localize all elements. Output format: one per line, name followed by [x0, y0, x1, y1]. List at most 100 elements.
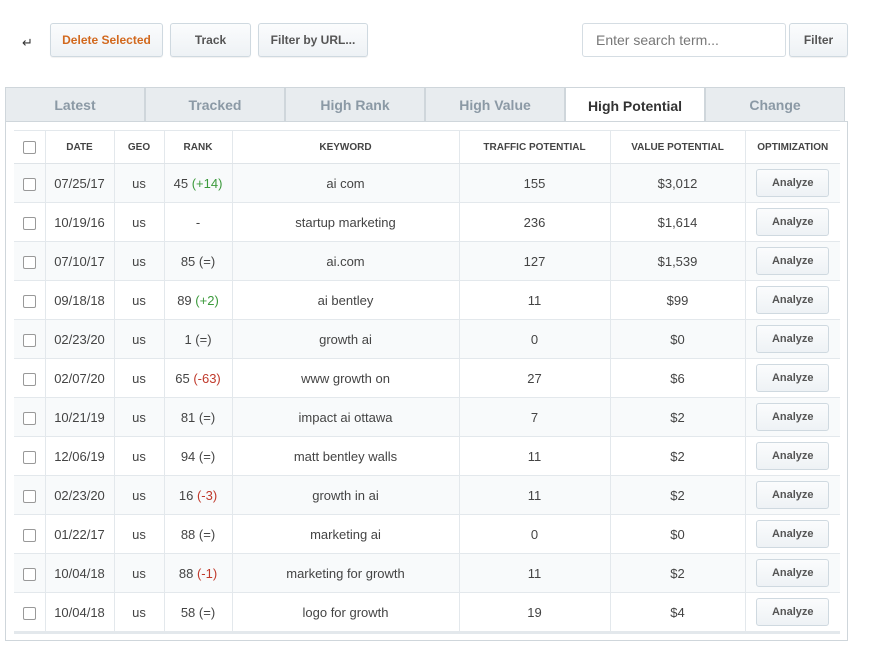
row-rank-cell: 81 (=) — [164, 397, 233, 437]
row-rank-change: (=) — [195, 331, 212, 347]
header-select-all — [14, 130, 46, 164]
row-traffic-potential: 11 — [459, 553, 611, 593]
analyze-button[interactable]: Analyze — [756, 520, 830, 548]
row-checkbox[interactable] — [22, 216, 36, 230]
tab-high-potential[interactable]: High Potential — [565, 87, 705, 123]
tab-change[interactable]: Change — [705, 87, 845, 122]
row-optimization-cell: Analyze — [745, 397, 840, 437]
analyze-button[interactable]: Analyze — [756, 247, 830, 275]
row-date: 10/19/16 — [45, 202, 115, 242]
search-input[interactable] — [582, 23, 786, 57]
analyze-button[interactable]: Analyze — [756, 208, 830, 236]
row-traffic-potential: 0 — [459, 514, 611, 554]
row-rank-change: (=) — [198, 409, 216, 425]
row-value-potential: $1,614 — [610, 202, 746, 242]
analyze-button[interactable]: Analyze — [756, 364, 830, 392]
tab-high-rank[interactable]: High Rank — [285, 87, 425, 122]
row-rank: 45 — [173, 175, 189, 191]
analyze-button[interactable]: Analyze — [756, 598, 830, 626]
row-checkbox-cell — [14, 475, 46, 515]
row-optimization-cell: Analyze — [745, 358, 840, 398]
row-date: 02/07/20 — [45, 358, 115, 398]
row-rank: 85 — [180, 253, 196, 269]
analyze-button[interactable]: Analyze — [756, 481, 830, 509]
header-traffic-potential[interactable]: TRAFFIC POTENTIAL — [459, 130, 611, 164]
row-traffic-potential: 236 — [459, 202, 611, 242]
row-geo: us — [114, 514, 165, 554]
row-rank: 81 — [180, 409, 196, 425]
table-row: 02/07/20 us 65 (-63) www growth on 27 $6 Analy… — [14, 358, 840, 398]
row-optimization-cell: Analyze — [745, 280, 840, 320]
row-checkbox[interactable] — [22, 255, 36, 269]
row-checkbox[interactable] — [22, 567, 36, 581]
row-value-potential: $0 — [610, 514, 746, 554]
row-checkbox[interactable] — [22, 411, 36, 425]
row-optimization-cell: Analyze — [745, 592, 840, 632]
row-checkbox-cell — [14, 592, 46, 632]
row-date: 07/10/17 — [45, 241, 115, 281]
row-traffic-potential: 27 — [459, 358, 611, 398]
header-optimization: OPTIMIZATION — [745, 130, 840, 164]
row-keyword: logo for growth — [232, 592, 460, 632]
row-checkbox[interactable] — [22, 606, 36, 620]
analyze-button[interactable]: Analyze — [756, 403, 830, 431]
analyze-button[interactable]: Analyze — [756, 559, 830, 587]
row-rank-cell: 94 (=) — [164, 436, 233, 476]
row-geo: us — [114, 397, 165, 437]
table-row: 01/22/17 us 88 (=) marketing ai 0 $0 Analyze — [14, 514, 840, 554]
select-all-checkbox[interactable] — [22, 140, 36, 154]
row-date: 12/06/19 — [45, 436, 115, 476]
row-traffic-potential: 127 — [459, 241, 611, 281]
row-date: 07/25/17 — [45, 163, 115, 203]
row-optimization-cell: Analyze — [745, 241, 840, 281]
tab-bar: Latest Tracked High Rank High Value High… — [5, 87, 847, 123]
row-traffic-potential: 7 — [459, 397, 611, 437]
row-checkbox[interactable] — [22, 177, 36, 191]
filter-by-url-button[interactable]: Filter by URL... — [258, 23, 368, 57]
row-checkbox[interactable] — [22, 372, 36, 386]
row-rank: 88 — [178, 565, 194, 581]
row-keyword: ai com — [232, 163, 460, 203]
track-button[interactable]: Track — [170, 23, 251, 57]
row-checkbox-cell — [14, 553, 46, 593]
row-value-potential: $3,012 — [610, 163, 746, 203]
row-keyword: growth ai — [232, 319, 460, 359]
sort-arrow-icon[interactable]: ↵ — [22, 36, 33, 51]
row-geo: us — [114, 592, 165, 632]
header-keyword[interactable]: KEYWORD — [232, 130, 460, 164]
row-rank-change: (=) — [198, 253, 216, 269]
header-value-potential[interactable]: VALUE POTENTIAL — [610, 130, 746, 164]
row-checkbox[interactable] — [22, 333, 36, 347]
row-rank-cell: 85 (=) — [164, 241, 233, 281]
analyze-button[interactable]: Analyze — [756, 442, 830, 470]
row-value-potential: $2 — [610, 553, 746, 593]
row-checkbox[interactable] — [22, 294, 36, 308]
row-checkbox[interactable] — [22, 489, 36, 503]
header-date[interactable]: DATE — [45, 130, 115, 164]
row-keyword: startup marketing — [232, 202, 460, 242]
header-geo[interactable]: GEO — [114, 130, 165, 164]
row-rank-change: (-63) — [193, 370, 221, 386]
table-row: 02/23/20 us 16 (-3) growth in ai 11 $2 Analyze — [14, 475, 840, 515]
row-date: 02/23/20 — [45, 319, 115, 359]
header-rank[interactable]: RANK — [164, 130, 233, 164]
analyze-button[interactable]: Analyze — [756, 325, 830, 353]
filter-button[interactable]: Filter — [789, 23, 848, 57]
row-rank-cell: 45 (+14) — [164, 163, 233, 203]
tab-high-value[interactable]: High Value — [425, 87, 565, 122]
analyze-button[interactable]: Analyze — [756, 286, 830, 314]
tab-tracked[interactable]: Tracked — [145, 87, 285, 122]
row-checkbox[interactable] — [22, 528, 36, 542]
delete-selected-button[interactable]: Delete Selected — [50, 23, 163, 57]
analyze-button[interactable]: Analyze — [756, 169, 830, 197]
row-checkbox[interactable] — [22, 450, 36, 464]
row-keyword: www growth on — [232, 358, 460, 398]
row-traffic-potential: 11 — [459, 280, 611, 320]
row-rank-change: (=) — [198, 526, 216, 542]
row-checkbox-cell — [14, 397, 46, 437]
tab-latest[interactable]: Latest — [5, 87, 145, 122]
row-rank: - — [195, 214, 201, 230]
row-rank: 65 — [175, 370, 190, 386]
row-checkbox-cell — [14, 280, 46, 320]
row-geo: us — [114, 241, 165, 281]
